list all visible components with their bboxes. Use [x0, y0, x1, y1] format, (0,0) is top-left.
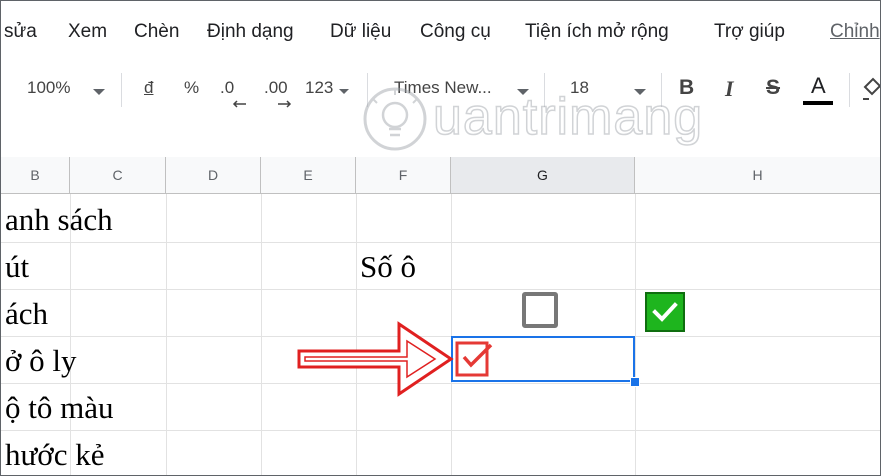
checkbox-checked-red[interactable]: [455, 341, 493, 379]
text-color-button[interactable]: A: [811, 73, 826, 99]
cell-b2[interactable]: út: [5, 249, 29, 285]
bold-button[interactable]: B: [679, 76, 694, 100]
percent-button[interactable]: %: [184, 78, 199, 98]
number-format-caret-icon[interactable]: [339, 89, 349, 94]
menu-insert[interactable]: Chèn: [134, 21, 179, 43]
menu-tools[interactable]: Công cụ: [420, 21, 491, 43]
column-header-h[interactable]: H: [635, 157, 880, 194]
toolbar-divider: [661, 73, 662, 107]
number-format-button[interactable]: 123: [305, 78, 333, 98]
text-color-indicator: [803, 101, 833, 105]
check-icon: [652, 302, 678, 322]
cell-b1[interactable]: anh sách: [5, 202, 113, 238]
fill-handle[interactable]: [630, 377, 640, 387]
menu-data[interactable]: Dữ liệu: [330, 21, 391, 43]
arrow-left-icon: [232, 100, 246, 108]
italic-button[interactable]: I: [725, 76, 734, 102]
column-header-g[interactable]: G: [451, 157, 635, 194]
column-header-c[interactable]: C: [70, 157, 166, 194]
strikethrough-button[interactable]: S: [766, 76, 780, 100]
currency-button[interactable]: đ: [144, 78, 153, 98]
toolbar-divider: [121, 73, 122, 107]
cell-b5[interactable]: ộ tô màu: [5, 390, 114, 426]
grid-line: [261, 194, 262, 475]
column-header-e[interactable]: E: [261, 157, 356, 194]
column-header-b[interactable]: B: [1, 157, 70, 194]
last-edit-link[interactable]: Chỉnh: [830, 21, 880, 43]
cell-f2[interactable]: Số ô: [360, 249, 416, 285]
grid-line: [1, 289, 880, 290]
grid-line: [635, 194, 636, 475]
menu-help[interactable]: Trợ giúp: [714, 21, 785, 43]
menu-view[interactable]: Xem: [68, 21, 107, 43]
grid-line: [1, 242, 880, 243]
checkbox-checked-green[interactable]: [645, 292, 685, 332]
menu-extensions[interactable]: Tiện ích mở rộng: [525, 21, 669, 43]
cell-b6[interactable]: hước kẻ: [5, 437, 104, 473]
spreadsheet-window: sửa Xem Chèn Định dạng Dữ liệu Công cụ T…: [0, 0, 881, 476]
decrease-decimal-button[interactable]: .0: [220, 78, 234, 98]
grid-line: [166, 194, 167, 475]
toolbar-divider: [849, 73, 850, 107]
font-caret-icon[interactable]: [517, 89, 529, 95]
arrow-right-icon: [278, 100, 292, 108]
column-header-d[interactable]: D: [166, 157, 261, 194]
font-size-select[interactable]: 18: [570, 78, 589, 98]
red-arrow-annotation: [297, 321, 454, 397]
increase-decimal-button[interactable]: .00: [264, 78, 288, 98]
toolbar-divider: [367, 73, 368, 107]
menu-bar: sửa Xem Chèn Định dạng Dữ liệu Công cụ T…: [1, 1, 880, 63]
checkbox-unchecked[interactable]: [522, 292, 558, 328]
zoom-select[interactable]: 100%: [27, 78, 70, 98]
menu-format[interactable]: Định dạng: [207, 21, 294, 43]
zoom-caret-icon[interactable]: [93, 89, 105, 95]
menu-edit[interactable]: sửa: [4, 21, 37, 43]
cell-b4[interactable]: ở ô ly: [5, 343, 77, 379]
formula-bar[interactable]: [1, 119, 880, 158]
cell-b3[interactable]: ách: [5, 296, 48, 332]
fill-color-icon[interactable]: [861, 77, 881, 103]
grid-line: [1, 430, 880, 431]
toolbar: 100% đ % .0 .00 123 Times New... 18 B I …: [1, 63, 880, 120]
font-size-caret-icon[interactable]: [634, 89, 646, 95]
font-select[interactable]: Times New...: [394, 78, 492, 98]
column-header-f[interactable]: F: [356, 157, 451, 194]
toolbar-divider: [544, 73, 545, 107]
